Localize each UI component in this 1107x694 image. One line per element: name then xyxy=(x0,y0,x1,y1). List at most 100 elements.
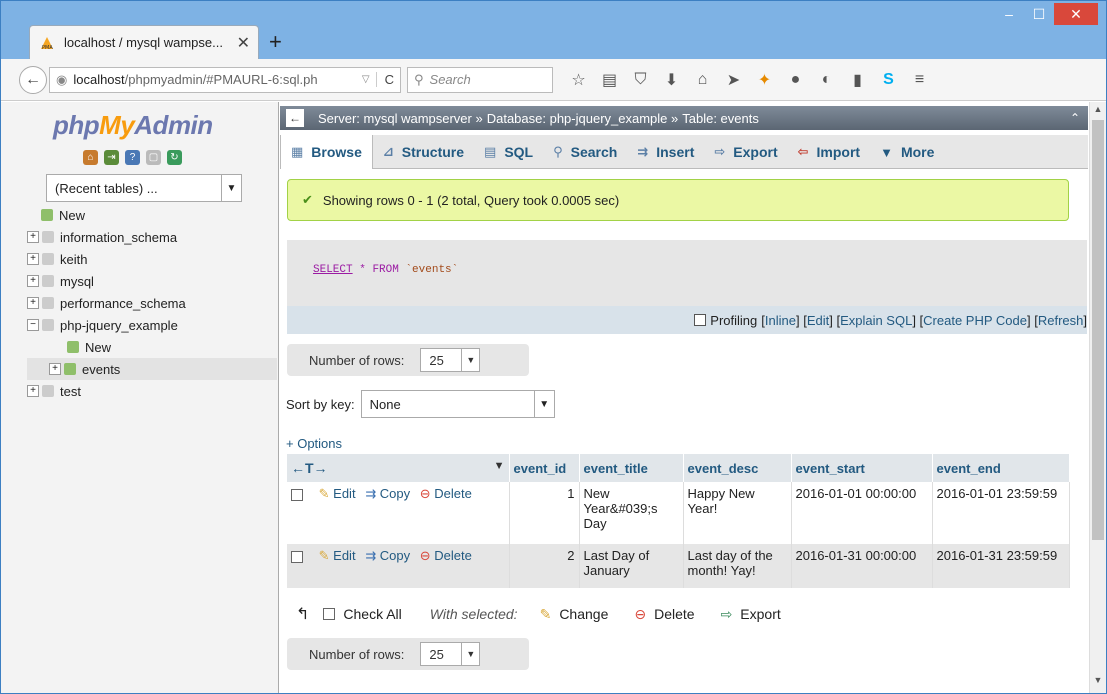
tree-node-keith[interactable]: + keith xyxy=(27,248,277,270)
help-icon[interactable]: ? xyxy=(125,150,140,165)
home-icon[interactable]: ⌂ xyxy=(83,150,98,165)
column-header-event-title[interactable]: event_title xyxy=(579,454,684,482)
pocket-icon[interactable]: ⛉ xyxy=(625,71,656,89)
reload-icon[interactable]: C xyxy=(375,72,394,87)
number-of-rows-select[interactable]: 25 ▼ xyxy=(420,348,481,372)
explain-sql-link[interactable]: Explain SQL xyxy=(840,313,912,328)
delete-row-button[interactable]: ⊖ Delete xyxy=(420,548,472,563)
edit-row-button[interactable]: ✎ Edit xyxy=(319,486,356,501)
clipboard-icon[interactable]: ▮ xyxy=(842,70,873,90)
check-all-label[interactable]: Check All xyxy=(343,606,401,622)
expand-icon[interactable]: + xyxy=(27,231,39,243)
close-tab-icon[interactable]: ✕ xyxy=(237,33,250,53)
main-scrollbar[interactable]: ▲ ▼ xyxy=(1089,102,1106,693)
cell-event-desc[interactable]: Last day of the month! Yay! xyxy=(683,544,792,588)
row-checkbox[interactable] xyxy=(291,550,303,563)
column-header-event-end[interactable]: event_end xyxy=(932,454,1070,482)
scroll-up-icon[interactable]: ▲ xyxy=(1090,104,1106,120)
sql-select-keyword[interactable]: SELECT xyxy=(313,264,353,276)
copy-row-button[interactable]: ⇉ Copy xyxy=(365,486,410,501)
tree-node-new-table[interactable]: New xyxy=(27,336,277,358)
tree-node-information-schema[interactable]: + information_schema xyxy=(27,226,277,248)
back-arrow-icon[interactable]: ← xyxy=(19,65,47,94)
number-of-rows-select[interactable]: 25 ▼ xyxy=(420,642,481,666)
menu-icon[interactable]: ≡ xyxy=(904,71,935,89)
edit-row-button[interactable]: ✎ Edit xyxy=(319,548,356,563)
recent-tables-select[interactable]: (Recent tables) ... ▼ xyxy=(46,174,242,202)
tree-node-new[interactable]: New xyxy=(27,204,277,226)
column-header-event-id[interactable]: event_id xyxy=(509,454,580,482)
tab-structure[interactable]: ⊿ Structure xyxy=(373,135,474,169)
chat-icon[interactable]: ● xyxy=(780,71,811,89)
extension-icon[interactable]: ✦ xyxy=(749,70,780,90)
addon-icon[interactable]: ◐ xyxy=(811,71,842,89)
collapse-icon[interactable]: − xyxy=(27,319,39,331)
collapse-nav-icon[interactable]: ← xyxy=(286,109,304,127)
expand-icon[interactable]: + xyxy=(27,297,39,309)
search-input[interactable]: ⚲ Search xyxy=(407,66,553,93)
breadcrumb-server[interactable]: Server: mysql wampserver » xyxy=(318,111,483,126)
browser-tab[interactable]: PMA localhost / mysql wampse... ✕ xyxy=(29,25,259,59)
logout-icon[interactable]: ⇥ xyxy=(104,150,119,165)
minimize-button[interactable]: – xyxy=(994,3,1024,25)
check-all-checkbox[interactable] xyxy=(323,608,336,620)
tree-node-mysql[interactable]: + mysql xyxy=(27,270,277,292)
cell-event-desc[interactable]: Happy New Year! xyxy=(683,482,792,544)
new-tab-button[interactable]: + xyxy=(269,29,282,55)
close-window-button[interactable]: ✕ xyxy=(1054,3,1098,25)
cell-event-start[interactable]: 2016-01-31 00:00:00 xyxy=(791,544,933,588)
column-nav-arrows[interactable]: ←T→ xyxy=(291,460,328,476)
maximize-button[interactable]: ☐ xyxy=(1024,3,1054,25)
download-icon[interactable]: ⬇ xyxy=(656,70,687,90)
site-info-icon[interactable]: ◉ xyxy=(56,72,67,88)
send-icon[interactable]: ➤ xyxy=(718,70,749,90)
tree-node-events[interactable]: + events xyxy=(27,358,277,380)
sort-indicator-icon[interactable]: ▼ xyxy=(494,460,505,472)
cell-event-id[interactable]: 1 xyxy=(509,482,580,544)
reload-nav-icon[interactable]: ↻ xyxy=(167,150,182,165)
scroll-down-icon[interactable]: ▼ xyxy=(1090,675,1106,691)
column-header-event-desc[interactable]: event_desc xyxy=(683,454,792,482)
reading-list-icon[interactable]: ▤ xyxy=(594,70,625,90)
tab-search[interactable]: ⚲ Search xyxy=(543,135,627,169)
cell-event-id[interactable]: 2 xyxy=(509,544,580,588)
breadcrumb-database[interactable]: Database: php-jquery_example » xyxy=(487,111,679,126)
edit-link[interactable]: Edit xyxy=(807,313,829,328)
tree-node-performance-schema[interactable]: + performance_schema xyxy=(27,292,277,314)
refresh-link[interactable]: Refresh xyxy=(1038,313,1084,328)
cell-event-title[interactable]: New Year&#039;s Day xyxy=(579,482,684,544)
expand-icon[interactable]: + xyxy=(27,253,39,265)
change-selected-button[interactable]: ✎ Change xyxy=(540,606,609,623)
expand-icon[interactable]: + xyxy=(27,385,39,397)
options-link[interactable]: + Options xyxy=(286,436,342,451)
scroll-top-icon[interactable]: ⌃ xyxy=(1070,111,1080,125)
expand-icon[interactable]: + xyxy=(49,363,61,375)
tab-import[interactable]: ⇦ Import xyxy=(788,135,870,169)
tab-browse[interactable]: ▦ Browse xyxy=(280,135,373,169)
home-icon[interactable]: ⌂ xyxy=(687,71,718,89)
delete-row-button[interactable]: ⊖ Delete xyxy=(420,486,472,501)
skype-icon[interactable]: S xyxy=(873,71,904,89)
address-bar[interactable]: ◉ localhost /phpmyadmin/#PMAURL-6:sql.ph… xyxy=(49,66,401,93)
tree-node-test[interactable]: + test xyxy=(27,380,277,402)
tree-node-php-jquery-example[interactable]: − php-jquery_example xyxy=(27,314,277,336)
cell-event-start[interactable]: 2016-01-01 00:00:00 xyxy=(791,482,933,544)
breadcrumb-table[interactable]: Table: events xyxy=(682,111,759,126)
bookmark-star-icon[interactable]: ☆ xyxy=(563,70,594,90)
tab-insert[interactable]: ⇉ Insert xyxy=(627,135,704,169)
scrollbar-thumb[interactable] xyxy=(1092,120,1104,540)
export-selected-button[interactable]: ⇨ Export xyxy=(721,606,781,623)
tab-more[interactable]: ▼ More xyxy=(870,135,944,169)
copy-row-button[interactable]: ⇉ Copy xyxy=(365,548,410,563)
tab-sql[interactable]: ▤ SQL xyxy=(474,135,543,169)
inline-link[interactable]: Inline xyxy=(765,313,796,328)
expand-icon[interactable]: + xyxy=(27,275,39,287)
sort-by-key-select[interactable]: None ▼ xyxy=(360,390,555,418)
column-header-event-start[interactable]: event_start xyxy=(791,454,933,482)
cell-event-title[interactable]: Last Day of January xyxy=(579,544,684,588)
tab-export[interactable]: ⇨ Export xyxy=(704,135,787,169)
cell-event-end[interactable]: 2016-01-01 23:59:59 xyxy=(932,482,1070,544)
profiling-checkbox[interactable] xyxy=(694,314,707,326)
row-checkbox[interactable] xyxy=(291,488,303,501)
create-php-code-link[interactable]: Create PHP Code xyxy=(923,313,1027,328)
